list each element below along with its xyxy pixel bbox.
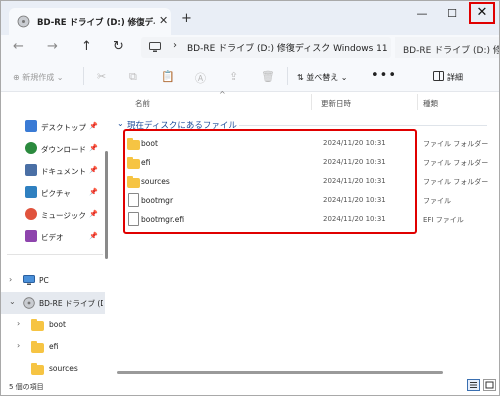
forward-icon[interactable]: → (47, 39, 58, 54)
file-type: ファイル フォルダー (423, 140, 489, 148)
maximize-button[interactable]: ☐ (439, 4, 465, 24)
sidebar-item-label: ダウンロード (41, 145, 86, 154)
folder-icon (31, 363, 44, 375)
pin-icon: 📌 (89, 144, 98, 152)
search-input[interactable]: BD-RE ドライブ (D:) 修復 (395, 37, 499, 58)
sidebar-item-videos[interactable]: ビデオ 📌 (1, 226, 105, 248)
delete-icon[interactable]: 🗑 (261, 70, 275, 83)
paste-icon[interactable]: 📋 (161, 70, 175, 83)
pin-icon: 📌 (89, 210, 98, 218)
column-divider (417, 94, 418, 110)
document-icon (25, 164, 37, 176)
tab-close-icon[interactable]: ✕ (159, 14, 168, 27)
large-icons-view-icon[interactable] (483, 379, 496, 391)
disc-drive-icon (23, 297, 35, 311)
file-type: ファイル フォルダー (423, 178, 489, 186)
pin-icon: 📌 (89, 166, 98, 174)
sidebar-item-music[interactable]: ミュージック 📌 (1, 204, 105, 226)
up-icon[interactable]: ↑ (81, 39, 92, 54)
back-icon[interactable]: ← (13, 39, 24, 54)
sidebar-item-desktop[interactable]: デスクトップ 📌 (1, 116, 105, 138)
sidebar-item-label: boot (49, 320, 66, 329)
details-view-icon[interactable] (467, 379, 480, 391)
sidebar-item-label: ドキュメント (41, 167, 86, 176)
sidebar-item-pc[interactable]: › PC (1, 270, 105, 292)
cut-icon[interactable]: ✂ (97, 70, 106, 83)
sidebar-item-label: ビデオ (41, 233, 64, 242)
command-bar: ⊕ 新規作成 ⌄ ✂ ⧉ 📋 Ⓐ ⇪ 🗑 ⇅ 並べ替え ⌄ ••• 詳細 (1, 61, 499, 92)
pin-icon: 📌 (89, 188, 98, 196)
picture-icon (25, 186, 37, 198)
pin-icon: 📌 (89, 232, 98, 240)
expand-chevron-icon[interactable]: › (17, 319, 20, 328)
file-type: ファイル (423, 197, 451, 205)
group-collapse-icon[interactable]: ⌄ (117, 119, 124, 128)
sidebar-scrollbar[interactable] (105, 151, 108, 259)
sidebar-item-label: PC (39, 276, 49, 285)
sidebar-item-boot[interactable]: › boot (1, 314, 105, 336)
details-icon (433, 71, 444, 83)
sidebar-item-pictures[interactable]: ピクチャ 📌 (1, 182, 105, 204)
pc-icon (23, 275, 35, 288)
file-type: EFI ファイル (423, 216, 464, 224)
expand-chevron-icon[interactable]: › (9, 275, 12, 284)
sidebar-item-label: BD-RE ドライブ (D:) (39, 299, 103, 308)
refresh-icon[interactable]: ↻ (113, 39, 124, 54)
item-count: 5 個の項目 (9, 383, 44, 391)
navigation-pane: デスクトップ 📌 ダウンロード 📌 ドキュメント 📌 ピクチャ 📌 ミュージック… (1, 92, 109, 375)
sidebar-item-documents[interactable]: ドキュメント 📌 (1, 160, 105, 182)
address-row: ← → ↑ ↻ › BD-RE ドライブ (D:) 修復ディスク Windows… (1, 35, 499, 61)
download-icon (25, 142, 37, 154)
copy-icon[interactable]: ⧉ (129, 70, 137, 84)
sidebar-item-bd-re-drive[interactable]: ⌄ BD-RE ドライブ (D:) (1, 292, 105, 314)
sort-caret-icon: ^ (219, 90, 226, 99)
more-options-button[interactable]: ••• (371, 68, 397, 83)
column-header-type[interactable]: 種類 (423, 98, 438, 109)
highlight-annotation (123, 129, 417, 234)
file-type: ファイル フォルダー (423, 159, 489, 167)
column-divider (311, 94, 312, 110)
desktop-icon (25, 120, 37, 132)
sidebar-item-label: ミュージック (41, 211, 86, 220)
sidebar-item-downloads[interactable]: ダウンロード 📌 (1, 138, 105, 160)
column-header-name[interactable]: 名前 (135, 98, 150, 109)
group-divider (239, 125, 487, 126)
tab-title: BD-RE ドライブ (D:) 修復ディスク W (37, 18, 155, 28)
sort-button[interactable]: ⇅ 並べ替え ⌄ (297, 72, 348, 83)
column-header-modified[interactable]: 更新日時 (321, 98, 351, 109)
share-icon[interactable]: ⇪ (229, 70, 238, 83)
monitor-icon (149, 42, 161, 55)
music-icon (25, 208, 37, 220)
status-bar: 5 個の項目 (1, 377, 499, 395)
sidebar-item-label: efi (49, 342, 59, 351)
details-button[interactable]: 詳細 (447, 72, 463, 83)
collapse-chevron-icon[interactable]: ⌄ (9, 297, 16, 306)
breadcrumb[interactable]: BD-RE ドライブ (D:) 修復ディスク Windows 11 (187, 41, 388, 54)
new-button[interactable]: ⊕ 新規作成 ⌄ (13, 72, 64, 83)
sidebar-divider (7, 254, 103, 255)
drive-icon (17, 15, 30, 30)
toolbar-divider (83, 67, 84, 85)
folder-icon (31, 319, 44, 331)
title-bar: BD-RE ドライブ (D:) 修復ディスク W ✕ + — ☐ ✕ (1, 1, 499, 35)
sidebar-item-label: ピクチャ (41, 189, 71, 198)
search-placeholder: BD-RE ドライブ (D:) 修復 (403, 46, 499, 56)
sidebar-item-efi[interactable]: › efi (1, 336, 105, 358)
rename-icon[interactable]: Ⓐ (195, 70, 206, 86)
horizontal-scrollbar[interactable] (117, 371, 443, 374)
new-tab-button[interactable]: + (181, 11, 192, 26)
minimize-button[interactable]: — (409, 4, 435, 24)
pin-icon: 📌 (89, 122, 98, 130)
sidebar-item-label: デスクトップ (41, 123, 86, 132)
breadcrumb-chevron-icon: › (173, 40, 177, 51)
close-button[interactable]: ✕ (469, 2, 495, 24)
explorer-window: BD-RE ドライブ (D:) 修復ディスク W ✕ + — ☐ ✕ ← → ↑… (0, 0, 500, 396)
toolbar-divider (287, 67, 288, 85)
sidebar-item-label: sources (49, 364, 78, 373)
tab-current[interactable]: BD-RE ドライブ (D:) 修復ディスク W ✕ (9, 8, 171, 35)
expand-chevron-icon[interactable]: › (17, 341, 20, 350)
video-icon (25, 230, 37, 242)
folder-icon (31, 341, 44, 353)
